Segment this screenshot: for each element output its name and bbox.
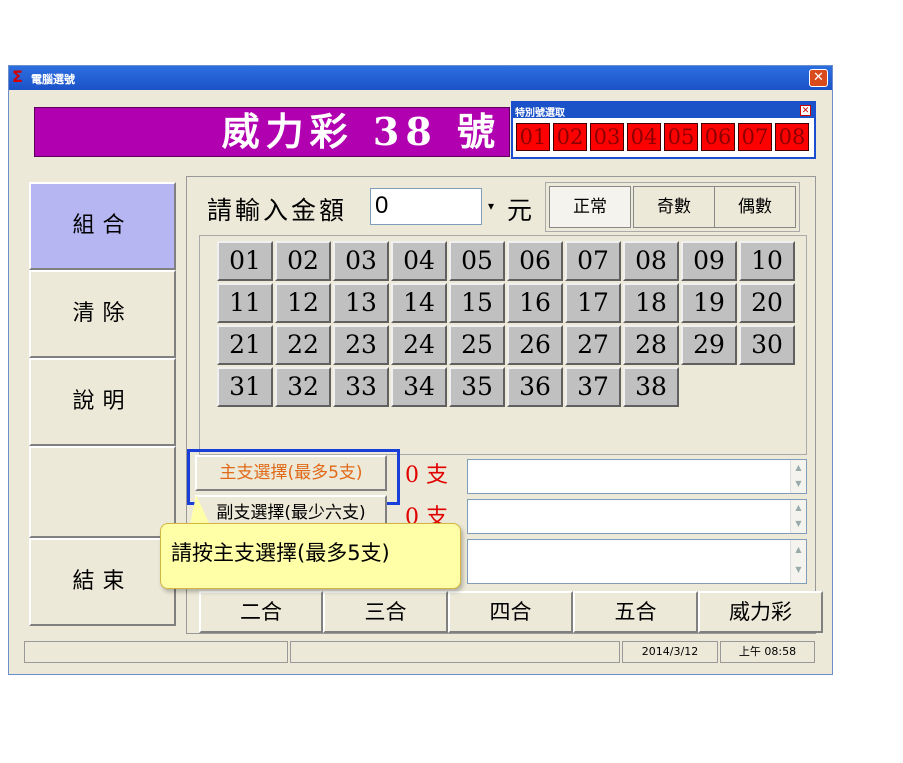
special-panel-titlebar[interactable]: 特別號選取 ✕ (513, 103, 814, 119)
amount-unit: 元 (507, 196, 533, 225)
number-button[interactable]: 07 (565, 241, 621, 281)
number-button[interactable]: 04 (391, 241, 447, 281)
special-number-button[interactable]: 08 (775, 123, 809, 151)
status-pane (24, 641, 288, 663)
number-button[interactable]: 02 (275, 241, 331, 281)
number-button[interactable]: 17 (565, 283, 621, 323)
status-date: 2014/3/12 (622, 641, 718, 663)
number-button[interactable]: 12 (275, 283, 331, 323)
combo-powerball-button[interactable]: 威力彩 (698, 591, 823, 633)
number-button[interactable]: 16 (507, 283, 563, 323)
special-panel-title: 特別號選取 (515, 108, 565, 119)
close-icon: ✕ (801, 106, 810, 116)
mode-group: 正常 奇數 偶數 (545, 182, 800, 232)
number-button[interactable]: 24 (391, 325, 447, 365)
special-number-button[interactable]: 07 (738, 123, 772, 151)
number-button[interactable]: 08 (623, 241, 679, 281)
number-button[interactable]: 31 (217, 367, 273, 407)
sidebar-item-exit[interactable]: 結束 (29, 538, 176, 626)
special-number-panel: 特別號選取 ✕ 01 02 03 04 05 06 07 08 (511, 101, 816, 159)
main-pick-count: 0 支 (405, 463, 448, 488)
number-button[interactable]: 38 (623, 367, 679, 407)
number-button[interactable]: 22 (275, 325, 331, 365)
number-button[interactable]: 34 (391, 367, 447, 407)
dropdown-arrow-icon: ▾ (487, 199, 495, 213)
status-bar: 2014/3/12 上午 08:58 (9, 641, 832, 665)
number-button[interactable]: 26 (507, 325, 563, 365)
app-sigma-icon: Σ (12, 67, 23, 86)
number-button[interactable]: 15 (449, 283, 505, 323)
special-panel-close-button[interactable]: ✕ (800, 105, 811, 116)
sub-pick-list[interactable]: ▲ ▼ (467, 499, 807, 534)
main-pick-label: 主支選擇(最多5支) (219, 463, 363, 483)
number-button[interactable]: 35 (449, 367, 505, 407)
number-button[interactable]: 23 (333, 325, 389, 365)
sidebar-item-combine[interactable]: 組合 (29, 182, 176, 270)
number-button[interactable]: 05 (449, 241, 505, 281)
combo-two-button[interactable]: 二合 (199, 591, 323, 633)
sidebar-item-clear[interactable]: 清除 (29, 270, 176, 358)
number-button[interactable]: 18 (623, 283, 679, 323)
combo-three-button[interactable]: 三合 (323, 591, 448, 633)
status-pane (290, 641, 620, 663)
mode-odd-button[interactable]: 奇數 (633, 186, 715, 228)
number-button[interactable]: 25 (449, 325, 505, 365)
sidebar-item-help[interactable]: 說明 (29, 358, 176, 446)
amount-label: 請輸入金額 (207, 196, 348, 225)
combo-five-button[interactable]: 五合 (573, 591, 698, 633)
status-time: 上午 08:58 (720, 641, 815, 663)
number-grid: 01 02 03 04 05 06 07 08 09 10 11 12 13 14 15 16 17 18 19 20… (199, 235, 807, 455)
special-number-button[interactable]: 04 (627, 123, 661, 151)
number-button[interactable]: 13 (333, 283, 389, 323)
scrollbar[interactable]: ▲ ▼ (790, 500, 806, 533)
number-button[interactable]: 11 (217, 283, 273, 323)
scrollbar[interactable]: ▲ ▼ (790, 540, 806, 583)
sidebar-item-blank[interactable] (29, 446, 176, 538)
number-button[interactable]: 37 (565, 367, 621, 407)
sub-pick-label: 副支選擇(最少六支) (216, 503, 366, 523)
number-button[interactable]: 10 (739, 241, 795, 281)
tooltip: 請按主支選擇(最多5支) (160, 523, 461, 589)
number-button[interactable]: 19 (681, 283, 737, 323)
title-bar[interactable]: Σ 電腦選號 ✕ (9, 66, 832, 90)
number-button[interactable]: 27 (565, 325, 621, 365)
number-button[interactable]: 03 (333, 241, 389, 281)
window-title: 電腦選號 (31, 73, 75, 86)
mode-even-button[interactable]: 偶數 (714, 186, 796, 228)
number-button[interactable]: 06 (507, 241, 563, 281)
special-number-button[interactable]: 02 (553, 123, 587, 151)
close-button[interactable]: ✕ (809, 69, 828, 87)
number-button[interactable]: 09 (681, 241, 737, 281)
main-pick-list[interactable]: ▲ ▼ (467, 459, 807, 494)
scrollbar[interactable]: ▲ ▼ (790, 460, 806, 493)
number-button[interactable]: 29 (681, 325, 737, 365)
number-button[interactable]: 32 (275, 367, 331, 407)
amount-input[interactable]: 0 (370, 188, 482, 225)
number-button[interactable]: 20 (739, 283, 795, 323)
number-button[interactable]: 21 (217, 325, 273, 365)
main-pick-button[interactable]: 主支選擇(最多5支) (195, 455, 387, 491)
number-button[interactable]: 01 (217, 241, 273, 281)
special-number-button[interactable]: 03 (590, 123, 624, 151)
result-list[interactable]: ▲ ▼ (467, 539, 807, 584)
special-number-button[interactable]: 05 (664, 123, 698, 151)
banner-title: 威力彩 38 號 (221, 109, 501, 154)
combo-four-button[interactable]: 四合 (448, 591, 573, 633)
amount-dropdown-button[interactable]: ▾ (484, 188, 498, 225)
number-button[interactable]: 33 (333, 367, 389, 407)
close-icon: ✕ (813, 70, 824, 85)
number-button[interactable]: 14 (391, 283, 447, 323)
mode-normal-button[interactable]: 正常 (549, 186, 631, 228)
number-button[interactable]: 30 (739, 325, 795, 365)
special-number-button[interactable]: 06 (701, 123, 735, 151)
tooltip-tail (190, 495, 210, 525)
special-number-button[interactable]: 01 (516, 123, 550, 151)
number-button[interactable]: 28 (623, 325, 679, 365)
title-banner: 威力彩 38 號 (34, 107, 510, 157)
number-button[interactable]: 36 (507, 367, 563, 407)
